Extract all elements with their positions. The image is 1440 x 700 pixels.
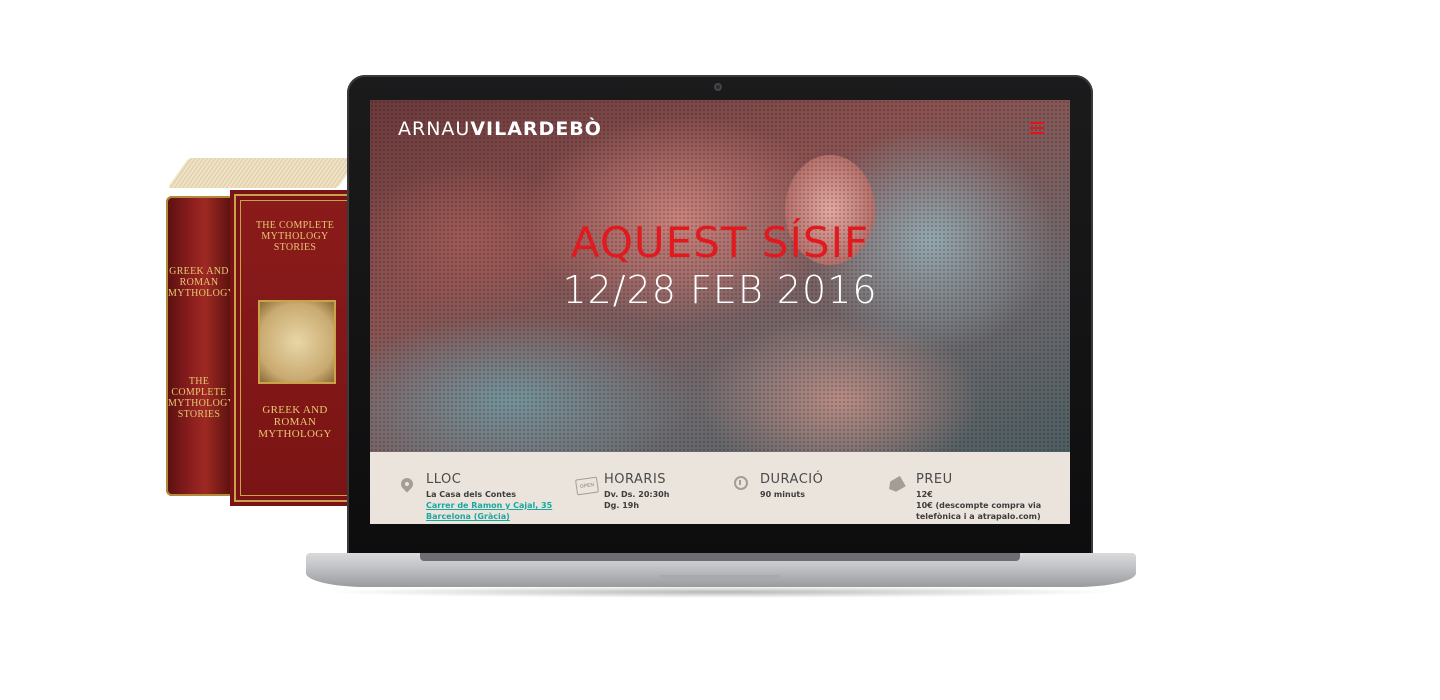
mockup-stage: GREEK AND ROMAN MYTHOLOGY THE COMPLETE M… xyxy=(0,0,1440,700)
book-spine-title-top: GREEK AND ROMAN MYTHOLOGY xyxy=(168,266,236,299)
show-dates: 12/28 FEB 2016 xyxy=(562,268,878,312)
info-horaris-line2: Dg. 19h xyxy=(604,501,640,510)
info-horaris-line1: Dv. Ds. 20:30h xyxy=(604,490,670,499)
logo-first-name: ARNAU xyxy=(398,118,471,140)
info-lloc-city-link[interactable]: Barcelona (Gràcia) xyxy=(426,511,606,522)
info-horaris-title: HORARIS xyxy=(604,472,667,487)
show-title: AQUEST SÍSIF xyxy=(570,218,870,267)
hero-section: ARNAUVILARDEBÒ AQUEST SÍSIF 12/28 FEB 20… xyxy=(370,100,1070,452)
info-preu-title: PREU xyxy=(916,472,953,487)
book-cover-illustration xyxy=(258,300,336,384)
map-pin-icon xyxy=(398,475,416,494)
info-preu-line3: telefònica i a atrapalo.com) xyxy=(916,512,1041,521)
info-duracio-title: DURACIÓ xyxy=(760,472,824,487)
info-preu-line2: 10€ (descompte compra via xyxy=(916,501,1042,510)
logo-last-name: VILARDEBÒ xyxy=(470,118,602,140)
mythology-book-image: GREEK AND ROMAN MYTHOLOGY THE COMPLETE M… xyxy=(160,150,370,510)
book-pages xyxy=(167,158,359,188)
hamburger-menu-icon[interactable] xyxy=(1030,122,1044,134)
info-duracio-line1: 90 minuts xyxy=(760,490,805,499)
info-duracio-body: DURACIÓ 90 minuts xyxy=(760,472,940,500)
book-cover: THE COMPLETE MYTHOLOGY STORIES GREEK AND… xyxy=(230,190,360,506)
info-bar: LLOC La Casa dels Contes Carrer de Ramon… xyxy=(370,452,1070,524)
laptop-shadow xyxy=(320,586,1120,598)
info-lloc-address-link[interactable]: Carrer de Ramon y Cajal, 35 xyxy=(426,500,606,511)
site-logo[interactable]: ARNAUVILARDEBÒ xyxy=(398,118,602,140)
laptop-screen: ARNAUVILARDEBÒ AQUEST SÍSIF 12/28 FEB 20… xyxy=(370,100,1070,524)
info-preu-line1: 12€ xyxy=(916,490,933,499)
stopwatch-icon xyxy=(732,476,750,494)
book-spine: GREEK AND ROMAN MYTHOLOGY THE COMPLETE M… xyxy=(166,196,236,496)
open-sign-icon: OPEN xyxy=(574,476,600,496)
webcam-icon xyxy=(714,83,722,91)
info-horaris-body: HORARIS Dv. Ds. 20:30h Dg. 19h xyxy=(604,472,784,511)
laptop-hinge xyxy=(420,553,1020,561)
book-cover-title-bottom: GREEK AND ROMAN MYTHOLOGY xyxy=(258,404,332,441)
price-tag-icon xyxy=(888,476,906,494)
laptop-notch xyxy=(660,575,780,581)
book-cover-title-top: THE COMPLETE MYTHOLOGY STORIES xyxy=(255,220,335,253)
book-spine-title-bottom: THE COMPLETE MYTHOLOGY STORIES xyxy=(168,376,236,420)
info-preu-body: PREU 12€ 10€ (descompte compra via telef… xyxy=(916,472,1070,522)
